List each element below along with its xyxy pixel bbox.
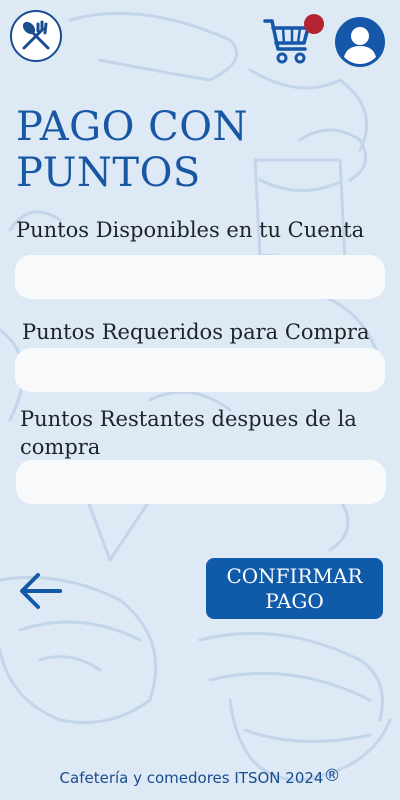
remaining-points-label: Puntos Restantes despues de la compra <box>20 407 357 459</box>
cart-button[interactable] <box>262 14 326 68</box>
confirm-payment-button[interactable]: CONFIRMAR PAGO <box>206 558 383 619</box>
fork-spoon-logo-icon <box>22 20 50 50</box>
registered-mark: ® <box>323 766 341 786</box>
footer-text: Cafetería y comedores ITSON 2024 <box>59 769 324 787</box>
footer: Cafetería y comedores ITSON 2024® <box>0 766 400 787</box>
cart-badge <box>304 14 324 34</box>
required-points-label: Puntos Requeridos para Compra <box>22 320 370 344</box>
app-logo[interactable] <box>10 10 62 62</box>
available-points-label: Puntos Disponibles en tu Cuenta <box>16 218 365 242</box>
confirm-payment-label: CONFIRMAR PAGO <box>226 563 363 613</box>
arrow-left-icon <box>20 573 62 609</box>
user-profile-icon <box>335 17 385 67</box>
page-title: PAGO CON PUNTOS <box>16 104 248 196</box>
remaining-points-field[interactable] <box>16 460 386 504</box>
available-points-field[interactable] <box>15 255 385 299</box>
user-profile-button[interactable] <box>334 16 386 68</box>
required-points-field[interactable] <box>15 348 385 392</box>
back-button[interactable] <box>18 570 64 612</box>
